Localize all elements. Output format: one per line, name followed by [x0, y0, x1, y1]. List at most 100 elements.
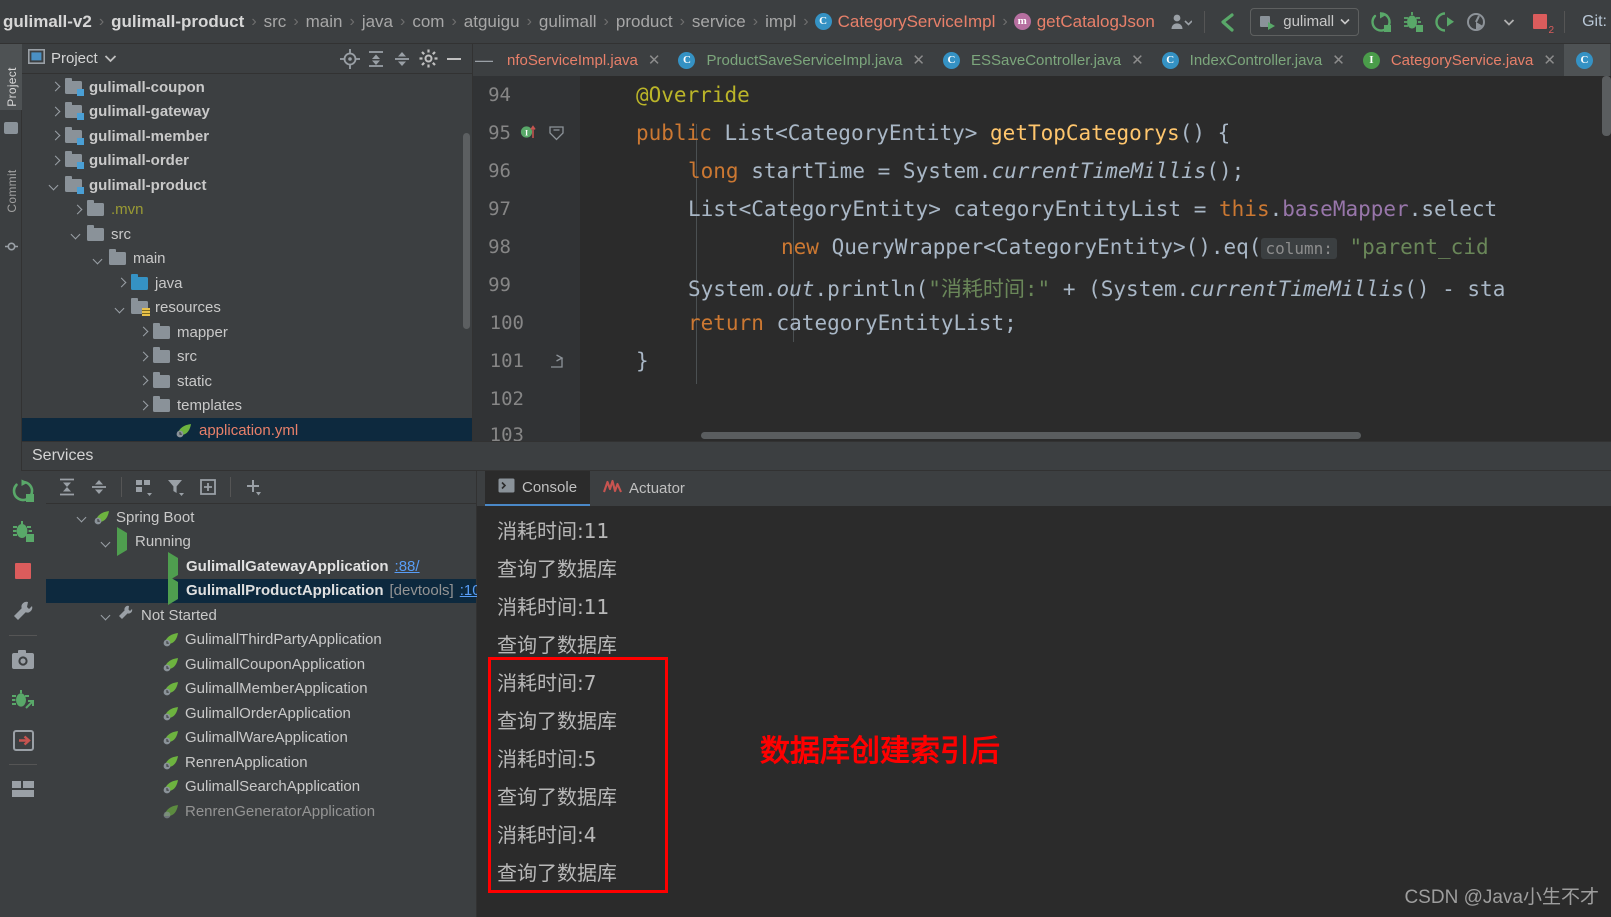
services-row-gulimall-product-application[interactable]: GulimallProductApplication [devtools] :1… — [46, 576, 510, 606]
tree-row-main[interactable]: main — [22, 247, 472, 272]
export-icon[interactable] — [0, 720, 46, 760]
chevron-down-icon[interactable] — [104, 50, 117, 68]
chevron-right-icon[interactable] — [114, 276, 128, 290]
back-arrow-icon[interactable] — [1213, 7, 1243, 37]
group-icon[interactable] — [129, 473, 159, 501]
rerun-icon[interactable] — [0, 471, 46, 511]
services-row-gulimall-order-application[interactable]: GulimallOrderApplication — [46, 701, 476, 726]
settings-gear-icon[interactable] — [416, 47, 440, 71]
chevron-down-icon[interactable] — [100, 608, 114, 622]
close-icon[interactable]: ✕ — [648, 51, 661, 69]
project-tree[interactable]: gulimall-coupon gulimall-gateway gulimal… — [22, 75, 472, 441]
services-row-gulimall-member-application[interactable]: GulimallMemberApplication — [46, 677, 476, 702]
chevron-right-icon[interactable] — [48, 154, 62, 168]
code-content[interactable]: @Override public List<CategoryEntity> ge… — [581, 76, 1611, 441]
tree-row-resources[interactable]: resources — [22, 296, 472, 321]
project-scrollbar[interactable] — [463, 133, 470, 329]
run-configuration-selector[interactable]: gulimall — [1250, 7, 1360, 36]
layout-icon[interactable] — [0, 769, 46, 809]
chevron-down-icon[interactable] — [48, 178, 62, 192]
filter-icon[interactable] — [161, 473, 191, 501]
chevron-right-icon[interactable] — [48, 80, 62, 94]
tab-actuator[interactable]: Actuator — [590, 471, 698, 506]
run-icon[interactable] — [1366, 7, 1396, 37]
services-row-running[interactable]: Running — [46, 527, 476, 557]
tree-row-src[interactable]: src — [22, 222, 472, 247]
code-fold-end-icon[interactable] — [548, 354, 565, 372]
add-frame-icon[interactable] — [193, 473, 223, 501]
expand-all-icon[interactable] — [364, 47, 388, 71]
services-row-gulimall-search-application[interactable]: GulimallSearchApplication — [46, 775, 476, 800]
breadcrumb-item-gulimall[interactable]: gulimall — [538, 12, 598, 32]
profiler-icon[interactable] — [1462, 7, 1492, 37]
debug-icon[interactable] — [1398, 7, 1428, 37]
console-output[interactable]: 消耗时间:11 查询了数据库 消耗时间:11 查询了数据库 消耗时间:7 查询了… — [477, 506, 1611, 917]
chevron-right-icon[interactable] — [48, 105, 62, 119]
collapse-all-icon[interactable] — [84, 473, 114, 501]
services-row-not-started[interactable]: Not Started — [46, 603, 476, 628]
code-editor[interactable]: 94 95 96 97 98 99 100 101 102 103 I @Ove… — [473, 76, 1611, 441]
breadcrumb-item-atguigu[interactable]: atguigu — [463, 12, 521, 32]
breadcrumb-item-project[interactable]: gulimall-v2 — [2, 12, 93, 32]
breadcrumb-item-impl[interactable]: impl — [764, 12, 797, 32]
expand-all-icon[interactable] — [52, 473, 82, 501]
services-row-spring-boot[interactable]: Spring Boot — [46, 505, 476, 530]
services-row-gulimall-coupon-application[interactable]: GulimallCouponApplication — [46, 652, 476, 677]
code-fold-icon[interactable] — [548, 126, 565, 144]
chevron-right-icon[interactable] — [136, 374, 150, 388]
breadcrumb-item-method[interactable]: getCatalogJson — [1036, 12, 1156, 32]
implementing-method-icon[interactable]: I — [520, 124, 536, 143]
tree-row-application-yml[interactable]: application.yml — [22, 418, 472, 441]
chevron-down-icon[interactable] — [76, 510, 90, 524]
tree-row-templates[interactable]: templates — [22, 394, 472, 419]
close-icon[interactable]: ✕ — [1332, 51, 1345, 69]
screenshot-icon[interactable] — [0, 640, 46, 680]
breadcrumb-item-java[interactable]: java — [361, 12, 394, 32]
editor-tab-es-save-controller[interactable]: C ESSaveController.java ✕ — [933, 44, 1152, 76]
close-icon[interactable]: ✕ — [912, 51, 925, 69]
breadcrumb-item-src[interactable]: src — [263, 12, 288, 32]
close-icon[interactable]: ✕ — [1543, 51, 1556, 69]
tree-row-resources-src[interactable]: src — [22, 345, 472, 370]
run-coverage-icon[interactable] — [1430, 7, 1460, 37]
chevron-right-icon[interactable] — [48, 129, 62, 143]
editor-tab-overflow[interactable]: C — [1563, 44, 1610, 76]
services-row-gulimall-gateway-application[interactable]: GulimallGatewayApplication :88/ — [46, 551, 476, 581]
chevron-right-icon[interactable] — [136, 399, 150, 413]
breadcrumb-item-class[interactable]: CategoryServiceImpl — [837, 12, 997, 32]
chevron-right-icon[interactable] — [136, 325, 150, 339]
hide-editor-icon[interactable]: — — [473, 44, 497, 76]
tree-row-gulimall-gateway[interactable]: gulimall-gateway — [22, 100, 472, 125]
breadcrumb-item-main[interactable]: main — [305, 12, 344, 32]
stripe-item-commit[interactable]: Commit — [5, 153, 19, 229]
chevron-down-icon[interactable] — [114, 301, 128, 315]
services-row-port[interactable]: :88/ — [395, 558, 420, 575]
services-row-renren-application[interactable]: RenrenApplication — [46, 750, 476, 775]
chevron-down-icon[interactable] — [92, 252, 106, 266]
attach-debugger-icon[interactable] — [0, 680, 46, 720]
services-row-renren-generator-application[interactable]: RenrenGeneratorApplication — [46, 799, 476, 824]
services-row-gulimall-thirdparty-application[interactable]: GulimallThirdPartyApplication — [46, 628, 476, 653]
chevron-down-icon[interactable] — [1494, 7, 1524, 37]
tree-row-mvn[interactable]: .mvn — [22, 198, 472, 223]
tree-row-gulimall-order[interactable]: gulimall-order — [22, 149, 472, 174]
services-tree[interactable]: Spring Boot Running GulimallGatewayAppli… — [46, 505, 510, 917]
chevron-down-icon[interactable] — [70, 227, 84, 241]
user-icon[interactable] — [1166, 7, 1196, 37]
chevron-right-icon[interactable] — [70, 203, 84, 217]
editor-tab-product-save-service-impl[interactable]: C ProductSaveServiceImpl.java ✕ — [668, 44, 933, 76]
editor-tab-info-service-impl[interactable]: nfoServiceImpl.java ✕ — [497, 44, 668, 76]
stop-icon[interactable] — [0, 551, 46, 591]
git-label[interactable]: Git: — [1572, 13, 1607, 31]
tree-row-static[interactable]: static — [22, 369, 472, 394]
stripe-item-project[interactable]: Project — [5, 49, 19, 125]
breadcrumb-item-com[interactable]: com — [411, 12, 445, 32]
editor-gutter[interactable]: 94 95 96 97 98 99 100 101 102 103 I — [473, 76, 581, 441]
collapse-all-icon[interactable] — [390, 47, 414, 71]
editor-horizontal-scrollbar[interactable] — [701, 432, 1361, 439]
breadcrumb-item-module[interactable]: gulimall-product — [110, 12, 245, 32]
editor-tab-category-service[interactable]: I CategoryService.java ✕ — [1353, 44, 1564, 76]
stop-icon[interactable]: 2 — [1526, 7, 1556, 37]
editor-tab-index-controller[interactable]: C IndexController.java ✕ — [1152, 44, 1353, 76]
breadcrumb-item-service[interactable]: service — [691, 12, 747, 32]
